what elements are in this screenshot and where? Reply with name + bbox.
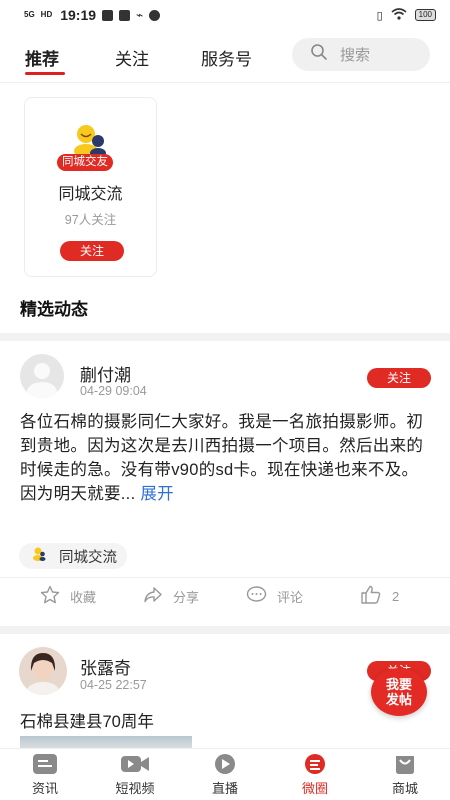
post-divider bbox=[0, 577, 450, 578]
news-icon bbox=[10, 753, 80, 775]
topic-circle-icon bbox=[31, 546, 47, 566]
like-button[interactable]: 2 bbox=[360, 585, 399, 608]
circle-follower-count: 97人关注 bbox=[64, 213, 117, 227]
publish-label-line2: 发帖 bbox=[385, 692, 412, 707]
status-time: 19:19 bbox=[60, 7, 97, 23]
shopping-bag-icon bbox=[370, 753, 440, 775]
favorite-button[interactable]: 收藏 bbox=[40, 585, 96, 608]
top-tab-bar: 推荐 关注 服务号 搜索 bbox=[0, 38, 450, 75]
network-indicator: HD bbox=[40, 10, 53, 19]
circle-name: 同城交流 bbox=[58, 186, 123, 203]
post-author-name[interactable]: 蒯付潮 bbox=[80, 361, 131, 386]
expand-link[interactable]: 展开 bbox=[140, 485, 174, 503]
follow-button[interactable]: 关注 bbox=[367, 368, 431, 388]
post-image[interactable] bbox=[20, 736, 192, 748]
circle-chat-icon bbox=[280, 753, 350, 775]
check-icon bbox=[149, 9, 161, 21]
topic-label: 同城交流 bbox=[59, 549, 117, 566]
post-separator bbox=[0, 626, 450, 634]
active-tab-indicator bbox=[25, 72, 65, 75]
wifi-icon bbox=[391, 7, 407, 23]
search-icon bbox=[310, 43, 328, 66]
header-divider bbox=[0, 82, 450, 83]
topic-chip[interactable]: 同城交流 bbox=[19, 543, 127, 569]
notification-icon bbox=[119, 9, 131, 21]
thumbs-up-icon bbox=[360, 585, 382, 608]
star-icon bbox=[40, 585, 60, 608]
nav-news[interactable]: 资讯 bbox=[10, 753, 80, 797]
usb-icon: ⌁ bbox=[136, 8, 144, 22]
circle-card[interactable]: 同城交友 同城交流 97人关注 关注 bbox=[24, 97, 157, 277]
nav-label: 资讯 bbox=[31, 781, 58, 796]
circle-tag-badge: 同城交友 bbox=[57, 154, 113, 171]
share-button[interactable]: 分享 bbox=[143, 585, 199, 608]
favorite-label: 收藏 bbox=[70, 590, 97, 605]
publish-post-button[interactable]: 我要 发帖 bbox=[371, 668, 427, 716]
comment-label: 评论 bbox=[277, 590, 304, 605]
tab-recommend[interactable]: 推荐 bbox=[25, 45, 59, 70]
post-action-bar: 收藏 分享 评论 2 bbox=[0, 585, 450, 611]
tab-following[interactable]: 关注 bbox=[115, 45, 149, 70]
status-bar: 5G HD 19:19 ⌁ ▯ 100 bbox=[0, 0, 450, 30]
battery-indicator: 100 bbox=[414, 9, 436, 21]
nav-shop[interactable]: 商城 bbox=[370, 753, 440, 797]
nav-label: 商城 bbox=[391, 781, 418, 796]
search-placeholder: 搜索 bbox=[340, 47, 371, 64]
message-icon bbox=[102, 9, 114, 21]
post-timestamp: 04-25 22:57 bbox=[80, 678, 147, 692]
section-title: 精选动态 bbox=[20, 300, 88, 319]
signal-indicator: 5G bbox=[24, 10, 35, 19]
tab-service-accounts[interactable]: 服务号 bbox=[201, 45, 252, 70]
nav-short-video[interactable]: 短视频 bbox=[100, 753, 170, 797]
nav-label: 直播 bbox=[211, 781, 238, 796]
post-timestamp: 04-29 09:04 bbox=[80, 384, 147, 398]
comment-icon bbox=[246, 585, 267, 608]
section-separator bbox=[0, 333, 450, 341]
live-play-icon bbox=[190, 753, 260, 775]
search-box[interactable]: 搜索 bbox=[292, 38, 430, 71]
post-text[interactable]: 石棉县建县70周年 bbox=[20, 708, 154, 732]
video-camera-icon bbox=[100, 753, 170, 775]
like-count: 2 bbox=[392, 589, 400, 604]
share-icon bbox=[143, 585, 163, 608]
comment-button[interactable]: 评论 bbox=[246, 585, 303, 608]
post-text[interactable]: 各位石棉的摄影同仁大家好。我是一名旅拍摄影师。初到贵地。因为这次是去川西拍摄一个… bbox=[20, 410, 430, 506]
nav-circle[interactable]: 微圈 bbox=[280, 753, 350, 797]
nav-label: 短视频 bbox=[115, 781, 155, 796]
share-label: 分享 bbox=[173, 590, 200, 605]
avatar[interactable] bbox=[19, 647, 67, 695]
nav-live[interactable]: 直播 bbox=[190, 753, 260, 797]
circle-follow-button[interactable]: 关注 bbox=[60, 241, 124, 261]
nav-label: 微圈 bbox=[301, 781, 328, 796]
avatar[interactable] bbox=[20, 354, 64, 398]
post-author-name[interactable]: 张露奇 bbox=[80, 654, 131, 679]
vibrate-icon: ▯ bbox=[376, 9, 383, 22]
publish-label-line1: 我要 bbox=[385, 677, 412, 692]
post-body: 各位石棉的摄影同仁大家好。我是一名旅拍摄影师。初到贵地。因为这次是去川西拍摄一个… bbox=[20, 413, 424, 503]
bottom-nav: 资讯 短视频 直播 微圈 商城 bbox=[0, 748, 450, 800]
